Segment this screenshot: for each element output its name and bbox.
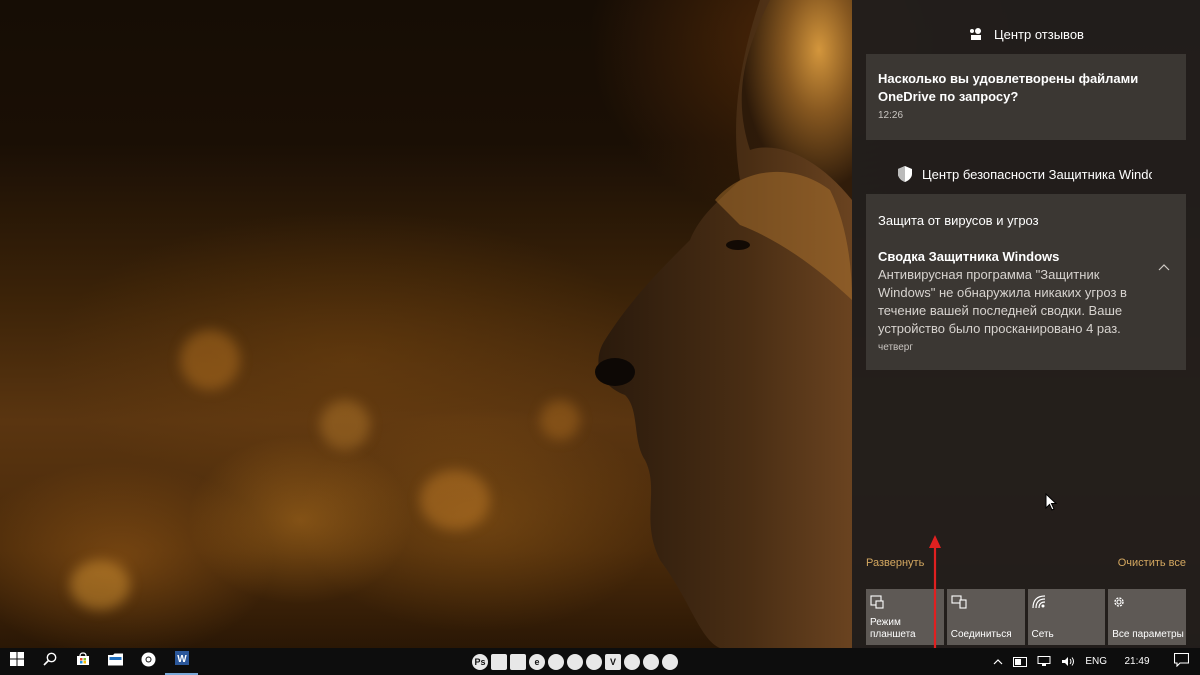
notification-heading: Защита от вирусов и угроз (878, 213, 1039, 228)
feedback-hub-icon (968, 26, 984, 42)
clear-all-link[interactable]: Очистить все (1118, 557, 1186, 575)
chrome-icon (141, 652, 156, 672)
edge-icon[interactable]: e (529, 653, 545, 670)
pinned-apps-center: Ps e V (472, 648, 678, 675)
tablet-mode-icon (870, 595, 886, 611)
shield-icon (898, 166, 912, 182)
action-center-links: Развернуть Очистить все (866, 557, 1186, 575)
vivaldi-icon[interactable]: V (605, 653, 621, 670)
media-player-icon[interactable] (586, 653, 602, 670)
quick-action-network[interactable]: Сеть (1027, 589, 1106, 645)
collapse-chevron-up-icon[interactable] (1158, 258, 1170, 276)
notification-time: 12:26 (878, 110, 904, 121)
quick-action-connect[interactable]: Соединиться (946, 589, 1025, 645)
notification-body: Антивирусная программа "Защитник Windows… (878, 267, 1127, 336)
clock-app-icon[interactable] (567, 653, 583, 670)
start-button[interactable] (0, 648, 33, 675)
mail-app-icon[interactable] (624, 653, 640, 670)
notification-speech-bubble-icon (1173, 652, 1189, 670)
taskbar-app-file-explorer[interactable] (99, 648, 132, 675)
file-explorer-icon (108, 653, 123, 671)
notification-card[interactable]: Насколько вы удовлетворены файлами OneDr… (866, 54, 1186, 140)
svg-text:W: W (177, 654, 187, 665)
network-icon (1031, 595, 1048, 611)
search-icon (42, 652, 57, 671)
folder-app-icon[interactable] (662, 653, 678, 670)
cube-app-icon[interactable] (491, 653, 507, 670)
store-icon (76, 652, 90, 671)
search-button[interactable] (33, 648, 66, 675)
system-tray: ENG 21:49 (988, 648, 1200, 675)
quick-action-label: Соединиться (950, 629, 1012, 640)
windows-logo-icon (9, 652, 24, 671)
taskbar-app-chrome[interactable] (132, 648, 165, 675)
quick-action-tablet-mode[interactable]: Режим планшета (866, 589, 944, 645)
taskbar-app-store[interactable] (66, 648, 99, 675)
settings-gear-icon (1112, 595, 1128, 611)
notification-title: Насколько вы удовлетворены файлами OneDr… (878, 71, 1139, 104)
group-app-name: Центр отзывов (994, 26, 1084, 42)
tray-device-icon[interactable] (1008, 656, 1032, 667)
photos-icon[interactable] (510, 653, 526, 670)
tray-overflow-chevron-up-icon[interactable] (988, 658, 1008, 665)
quick-action-all-settings[interactable]: Все параметры (1108, 589, 1186, 645)
notification-time: четверг (878, 342, 913, 353)
photoshop-icon[interactable]: Ps (472, 653, 488, 670)
network-status-icon[interactable] (1032, 656, 1056, 667)
action-center-button[interactable] (1162, 648, 1200, 675)
notification-card[interactable]: Защита от вирусов и угроз Сводка Защитни… (866, 194, 1186, 370)
messaging-icon[interactable] (548, 653, 564, 670)
lion-silhouette (595, 0, 852, 648)
action-center-panel: Центр отзывов Насколько вы удовлетворены… (852, 0, 1200, 648)
quick-action-label: Сеть (1031, 629, 1054, 640)
taskbar: W Ps e V ENG 21:49 (0, 648, 1200, 675)
notes-app-icon[interactable] (643, 653, 659, 670)
taskbar-app-word[interactable]: W (165, 648, 198, 675)
quick-action-label: Все параметры (1112, 629, 1184, 640)
volume-icon[interactable] (1056, 656, 1080, 667)
word-icon: W (174, 651, 189, 670)
group-app-name: Центр безопасности Защитника Windows (922, 166, 1152, 182)
quick-action-label: Режим планшета (870, 617, 916, 640)
group-header-feedback-hub: Центр отзывов (852, 20, 1200, 48)
clock[interactable]: 21:49 (1112, 656, 1162, 667)
expand-link[interactable]: Развернуть (866, 557, 924, 575)
mouse-cursor-icon (1045, 492, 1058, 516)
group-header-defender: Центр безопасности Защитника Windows (852, 160, 1152, 188)
quick-actions: Режим планшета Соединиться Сеть Все пара… (866, 589, 1186, 645)
connect-icon (951, 595, 967, 611)
input-language[interactable]: ENG (1080, 656, 1112, 667)
notification-title: Сводка Защитника Windows (878, 249, 1060, 264)
